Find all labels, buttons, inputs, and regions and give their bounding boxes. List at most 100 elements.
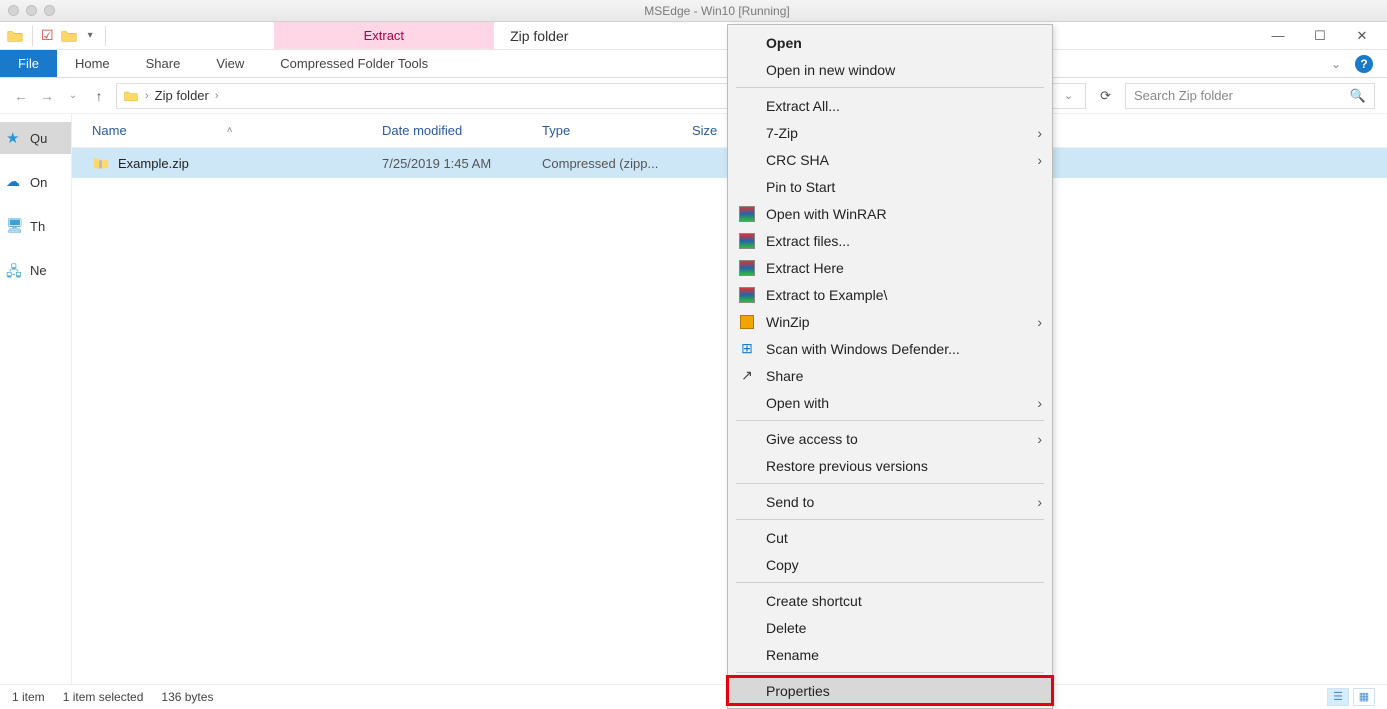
ctx-separator <box>736 483 1044 484</box>
ctx-extract-files[interactable]: Extract files... <box>728 227 1052 254</box>
ctx-cut[interactable]: Cut <box>728 524 1052 551</box>
file-type: Compressed (zipp... <box>542 156 692 171</box>
main-area: ★ Qu ☁ On 🖥 Th 🖧 Ne Name ˄ Date modified… <box>0 114 1387 684</box>
ctx-open[interactable]: Open <box>728 29 1052 56</box>
share-tab[interactable]: Share <box>128 50 199 77</box>
status-item-count: 1 item <box>12 690 45 704</box>
folder-icon[interactable] <box>60 27 78 45</box>
search-input[interactable]: Search Zip folder 🔍 <box>1125 83 1375 109</box>
ctx-create-shortcut[interactable]: Create shortcut <box>728 587 1052 614</box>
quick-access-toolbar: ☑ ▾ <box>0 22 114 49</box>
ribbon-collapse-icon[interactable]: ⌄ <box>1331 57 1341 71</box>
sidebar-this-pc[interactable]: 🖥 Th <box>0 210 71 242</box>
nav-up-icon[interactable]: ↑ <box>90 88 108 104</box>
mac-window-controls <box>8 5 55 16</box>
search-icon: 🔍 <box>1350 88 1366 104</box>
ctx-extract-here[interactable]: Extract Here <box>728 254 1052 281</box>
ctx-copy[interactable]: Copy <box>728 551 1052 578</box>
sidebar-network[interactable]: 🖧 Ne <box>0 254 71 286</box>
chevron-right-icon: › <box>1037 431 1042 447</box>
qat-separator <box>105 26 106 46</box>
chevron-right-icon: › <box>1037 494 1042 510</box>
ctx-open-with[interactable]: Open with › <box>728 389 1052 416</box>
folder-icon <box>123 88 139 104</box>
ctx-label: CRC SHA <box>766 152 829 168</box>
status-selected: 1 item selected <box>63 690 144 704</box>
nav-back-icon[interactable]: ← <box>12 88 30 104</box>
file-name: Example.zip <box>118 156 189 171</box>
status-bar: 1 item 1 item selected 136 bytes ☰ ▦ <box>0 684 1387 708</box>
file-name-cell: Example.zip <box>92 154 382 172</box>
monitor-icon: 🖥 <box>6 217 24 235</box>
view-switcher: ☰ ▦ <box>1327 688 1375 706</box>
minimize-icon[interactable]: — <box>1269 28 1287 43</box>
share-icon: ↗ <box>738 367 756 385</box>
ctx-crc-sha[interactable]: CRC SHA › <box>728 146 1052 173</box>
ctx-winzip[interactable]: WinZip› <box>728 308 1052 335</box>
qat-separator <box>32 26 33 46</box>
help-icon[interactable]: ? <box>1355 55 1373 73</box>
ribbon-right: ⌄ ? <box>1331 55 1387 73</box>
column-date[interactable]: Date modified <box>382 123 542 138</box>
thumbnails-view-icon[interactable]: ▦ <box>1353 688 1375 706</box>
chevron-right-icon: › <box>1037 152 1042 168</box>
ctx-send-to[interactable]: Send to› <box>728 488 1052 515</box>
vm-titlebar: MSEdge - Win10 [Running] <box>0 0 1387 22</box>
chevron-right-icon[interactable]: › <box>145 90 149 102</box>
ctx-open-new-window[interactable]: Open in new window <box>728 56 1052 83</box>
file-tab[interactable]: File <box>0 50 57 77</box>
column-name[interactable]: Name ˄ <box>92 123 382 138</box>
nav-recent-icon[interactable]: ⌄ <box>64 90 82 101</box>
ctx-share[interactable]: ↗Share <box>728 362 1052 389</box>
chevron-right-icon: › <box>1037 395 1042 411</box>
sidebar-quick-access[interactable]: ★ Qu <box>0 122 71 154</box>
breadcrumb-item[interactable]: Zip folder <box>155 88 209 103</box>
close-icon[interactable]: ✕ <box>1353 28 1371 44</box>
sidebar-item-label: Qu <box>30 131 47 146</box>
ctx-label: Extract to Example\ <box>766 287 887 303</box>
refresh-icon[interactable]: ⟳ <box>1094 88 1117 104</box>
ctx-properties[interactable]: Properties <box>728 677 1052 704</box>
chevron-right-icon[interactable]: › <box>215 90 219 102</box>
ctx-extract-all[interactable]: Extract All... <box>728 92 1052 119</box>
compressed-folder-tools-tab[interactable]: Compressed Folder Tools <box>262 50 446 77</box>
ctx-7zip[interactable]: 7-Zip› <box>728 119 1052 146</box>
ctx-give-access[interactable]: Give access to › <box>728 425 1052 452</box>
properties-qat-icon[interactable]: ☑ <box>41 27 54 44</box>
ctx-label: Rename <box>766 647 819 663</box>
zip-folder-icon <box>92 154 110 172</box>
ribbon-top: ☑ ▾ Extract Zip folder — ☐ ✕ <box>0 22 1387 50</box>
home-tab[interactable]: Home <box>57 50 128 77</box>
details-view-icon[interactable]: ☰ <box>1327 688 1349 706</box>
column-type[interactable]: Type <box>542 123 692 138</box>
address-history-icon[interactable]: ⌄ <box>1058 89 1079 102</box>
sidebar-item-label: Th <box>30 219 45 234</box>
ctx-label: Create shortcut <box>766 593 862 609</box>
ctx-restore-versions[interactable]: Restore previous versions <box>728 452 1052 479</box>
window-controls: — ☐ ✕ <box>1253 22 1387 49</box>
sidebar-onedrive[interactable]: ☁ On <box>0 166 71 198</box>
folder-icon[interactable] <box>6 27 24 45</box>
ctx-defender[interactable]: ⊞Scan with Windows Defender... <box>728 335 1052 362</box>
extract-contextual-tab[interactable]: Extract <box>274 22 494 49</box>
nav-sidebar: ★ Qu ☁ On 🖥 Th 🖧 Ne <box>0 114 72 684</box>
ctx-label: Give access to <box>766 431 858 447</box>
nav-forward-icon[interactable]: → <box>38 88 56 104</box>
ctx-label: 7-Zip <box>766 125 798 141</box>
view-tab[interactable]: View <box>198 50 262 77</box>
context-menu: Open Open in new window Extract All... 7… <box>727 24 1053 709</box>
ctx-extract-to[interactable]: Extract to Example\ <box>728 281 1052 308</box>
qat-customize-icon[interactable]: ▾ <box>84 30 97 41</box>
mac-minimize-icon[interactable] <box>26 5 37 16</box>
maximize-icon[interactable]: ☐ <box>1311 28 1329 44</box>
ctx-rename[interactable]: Rename <box>728 641 1052 668</box>
ctx-delete[interactable]: Delete <box>728 614 1052 641</box>
ctx-label: Open in new window <box>766 62 895 78</box>
ctx-open-winrar[interactable]: Open with WinRAR <box>728 200 1052 227</box>
sidebar-item-label: On <box>30 175 47 190</box>
mac-zoom-icon[interactable] <box>44 5 55 16</box>
ctx-separator <box>736 582 1044 583</box>
ctx-label: Open with <box>766 395 829 411</box>
ctx-pin-start[interactable]: Pin to Start <box>728 173 1052 200</box>
mac-close-icon[interactable] <box>8 5 19 16</box>
